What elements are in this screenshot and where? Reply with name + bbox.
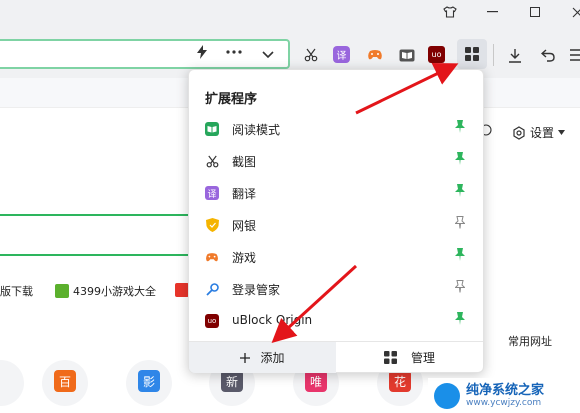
translate-icon: 译 <box>205 186 219 200</box>
translate-icon[interactable]: 译 <box>333 46 350 63</box>
extension-row[interactable]: 截图 <box>189 147 483 175</box>
gamepad-icon <box>205 250 219 264</box>
shield-icon <box>205 218 219 232</box>
lightning-icon[interactable] <box>192 45 212 63</box>
watermark: 纯净系统之家 www.ycwjzy.com <box>428 378 580 413</box>
close-button[interactable] <box>557 0 580 24</box>
extension-row[interactable]: 译 翻译 <box>189 179 483 207</box>
pin-icon[interactable] <box>455 248 465 265</box>
sohu-icon <box>175 283 189 297</box>
pin-icon[interactable] <box>454 280 466 297</box>
address-bar[interactable] <box>0 39 290 69</box>
popup-footer: 添加 管理 <box>189 341 483 373</box>
settings-icon <box>513 125 525 140</box>
manage-label: 管理 <box>410 351 435 365</box>
settings-control[interactable]: 设置 <box>512 124 566 141</box>
settings-label: 设置 <box>530 126 555 140</box>
minimize-button[interactable] <box>472 0 512 24</box>
scissors-icon <box>205 154 219 168</box>
download-icon[interactable] <box>504 44 526 66</box>
extension-label: 网银 <box>232 219 257 233</box>
toolbar-divider <box>493 44 494 66</box>
tile-glyph: 唯 <box>305 370 327 392</box>
more-icon[interactable] <box>224 43 244 58</box>
bookmark-item[interactable]: 4399小游戏大全 <box>55 283 156 299</box>
extension-label: 阅读模式 <box>232 123 281 137</box>
4399-icon <box>55 284 69 298</box>
title-bar <box>0 0 580 24</box>
gamepad-icon[interactable] <box>364 44 386 66</box>
extension-row[interactable]: 登录管家 <box>189 275 483 303</box>
extension-row[interactable]: 游戏 <box>189 243 483 271</box>
common-sites-label[interactable]: 常用网址 <box>508 333 552 349</box>
pin-icon[interactable] <box>455 120 465 137</box>
reader-icon <box>205 122 219 136</box>
bookmark-item[interactable] <box>175 283 189 297</box>
key-icon <box>205 282 219 296</box>
popup-title: 扩展程序 <box>205 92 258 107</box>
ublock-icon: uo <box>205 314 219 328</box>
reader-icon[interactable] <box>396 44 418 66</box>
tile-glyph: 花 <box>389 370 411 392</box>
maximize-button[interactable] <box>515 0 555 24</box>
pin-icon[interactable] <box>455 184 465 201</box>
skin-icon[interactable] <box>430 0 470 24</box>
watermark-url: www.ycwjzy.com <box>466 398 542 408</box>
undo-icon[interactable] <box>537 44 559 66</box>
bookmark-label: 版下载 <box>0 285 33 298</box>
add-label: 添加 <box>260 351 285 365</box>
search-input[interactable] <box>0 214 196 256</box>
bookmark-item[interactable]: 版下载 <box>0 283 33 299</box>
tile-glyph: 百 <box>54 370 76 392</box>
grid-icon <box>465 47 479 61</box>
tile-glyph: 新 <box>221 370 243 392</box>
tile-glyph: 影 <box>138 370 160 392</box>
watermark-logo <box>434 382 460 409</box>
pin-icon[interactable] <box>454 216 466 233</box>
extension-label: uBlock Origin <box>232 313 313 327</box>
plus-icon <box>240 352 251 363</box>
manage-extensions-button[interactable]: 管理 <box>336 342 483 373</box>
extension-label: 登录管家 <box>232 283 281 297</box>
watermark-title: 纯净系统之家 <box>466 383 545 398</box>
pin-icon[interactable] <box>455 152 465 169</box>
extension-row[interactable]: uo uBlock Origin <box>189 307 483 335</box>
extension-label: 游戏 <box>232 251 257 265</box>
extensions-button[interactable] <box>457 39 487 69</box>
grid-icon <box>383 351 397 364</box>
pin-icon[interactable] <box>455 312 465 329</box>
scissors-icon[interactable] <box>300 44 322 66</box>
menu-icon[interactable] <box>566 44 580 66</box>
caret-down-icon <box>558 130 566 135</box>
extension-row[interactable]: 网银 <box>189 211 483 239</box>
ublock-icon[interactable]: uo <box>428 46 445 63</box>
bookmark-label: 4399小游戏大全 <box>73 285 156 298</box>
chevron-down-icon[interactable] <box>258 45 278 63</box>
extension-row[interactable]: 阅读模式 <box>189 115 483 143</box>
extension-label: 截图 <box>232 155 257 169</box>
add-extension-button[interactable]: 添加 <box>189 342 336 373</box>
extension-label: 翻译 <box>232 187 257 201</box>
extensions-popup: 扩展程序 阅读模式 截图 译 翻译 网银 游戏 登录管家 uo uBlock O… <box>188 69 484 373</box>
